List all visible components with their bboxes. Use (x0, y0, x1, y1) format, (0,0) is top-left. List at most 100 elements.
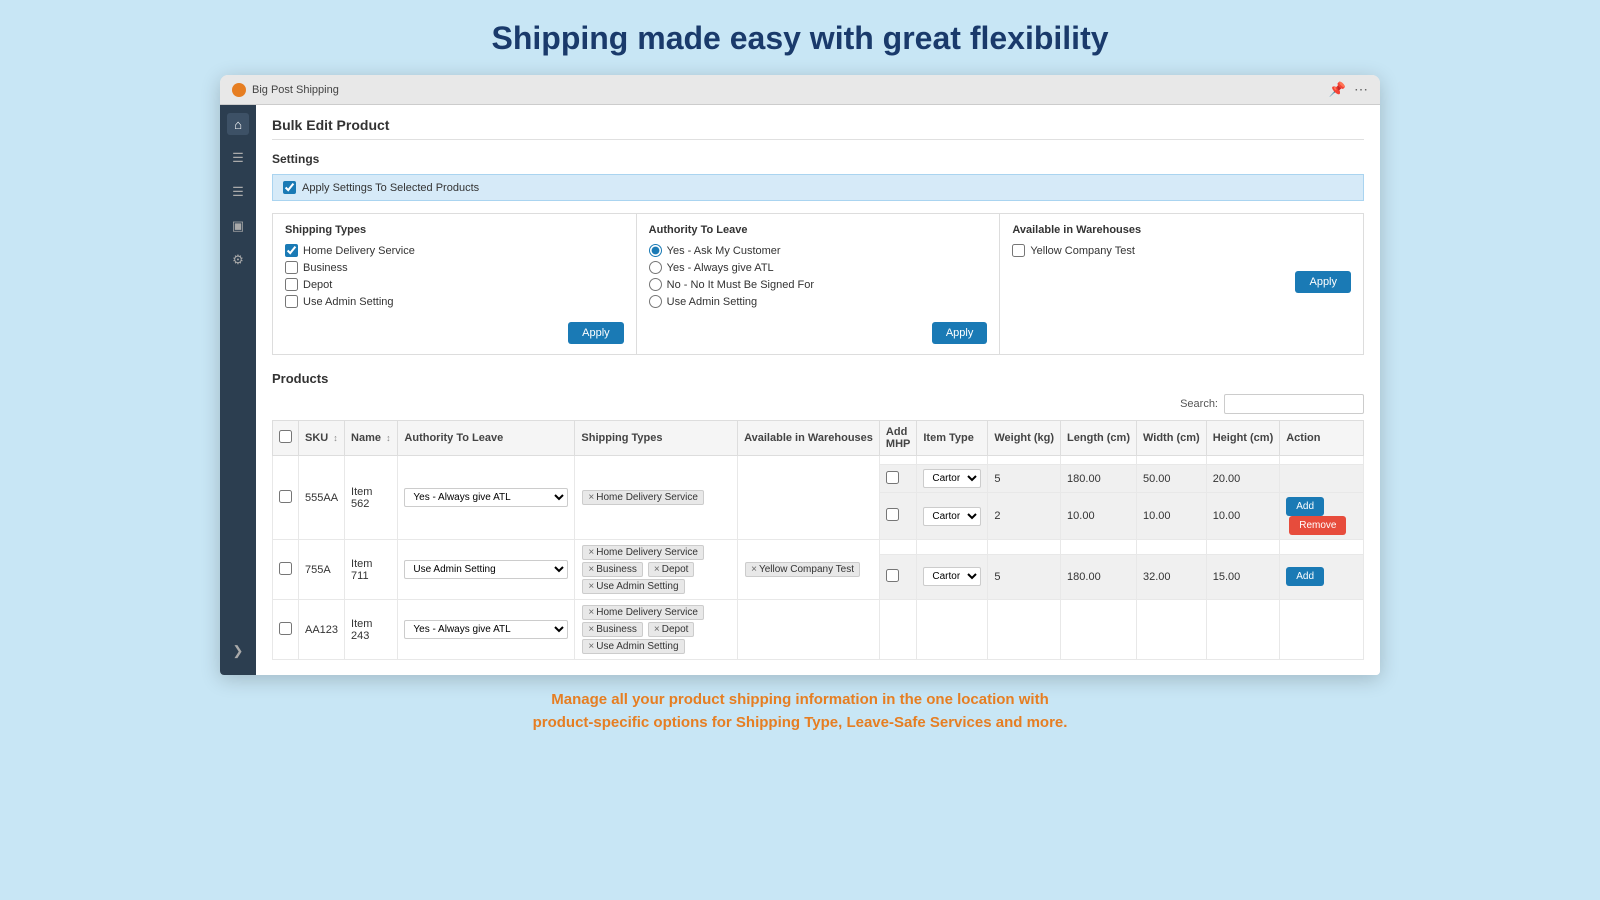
sidebar-icon-list2[interactable]: ☰ (227, 181, 249, 203)
atl-always-give: Yes - Always give ATL (649, 261, 988, 274)
row1-sub1-weight-val: 5 (988, 465, 1061, 493)
row2-atl-select[interactable]: Use Admin Setting Yes - Ask My Customer … (404, 560, 568, 579)
row3-tag-home: ×Home Delivery Service (582, 605, 704, 620)
authority-to-leave-title: Authority To Leave (649, 224, 988, 236)
row1-tag-home: ×Home Delivery Service (582, 490, 704, 505)
row2-tag-business: ×Business (582, 562, 642, 577)
shipping-type-admin: Use Admin Setting (285, 295, 624, 308)
main-content: Bulk Edit Product Settings Apply Setting… (256, 105, 1380, 675)
row2-length (1061, 540, 1137, 555)
atl-no-signed-radio[interactable] (649, 278, 662, 291)
page-title: Shipping made easy with great flexibilit… (491, 20, 1108, 57)
row3-checkbox[interactable] (279, 622, 292, 635)
sidebar-icon-gear[interactable]: ⚙ (227, 249, 249, 271)
search-label: Search: (1180, 398, 1218, 410)
warehouse-yellow-company: Yellow Company Test (1012, 244, 1351, 257)
row2-sub1-add-button[interactable]: Add (1286, 567, 1324, 586)
row1-atl-select[interactable]: Yes - Always give ATL Yes - Ask My Custo… (404, 488, 568, 507)
row2-mhp (879, 540, 916, 555)
atl-no-signed: No - No It Must Be Signed For (649, 278, 988, 291)
col-item-type: Item Type (917, 421, 988, 456)
row1-sub1-width (1137, 456, 1207, 465)
col-add-mhp: AddMHP (879, 421, 916, 456)
row1-checkbox[interactable] (279, 490, 292, 503)
row2-sub1-height-val: 15.00 (1206, 554, 1280, 599)
row2-sku: 755A (299, 540, 345, 600)
search-bar: Search: (272, 394, 1364, 414)
row3-mhp (879, 600, 916, 660)
more-icon[interactable]: ⋯ (1354, 81, 1368, 98)
row1-sub2-type-select[interactable]: Cartor (923, 507, 981, 526)
settings-section-title: Settings (272, 152, 1364, 166)
row1-sub1-action (1280, 456, 1364, 465)
row2-name: Item 711 (345, 540, 398, 600)
col-name: Name ↕ (345, 421, 398, 456)
row2-sub1-type-select[interactable]: Cartor (923, 567, 981, 586)
row2-tag-admin: ×Use Admin Setting (582, 579, 684, 594)
row2-item-type (917, 540, 988, 555)
shipping-type-business-checkbox[interactable] (285, 261, 298, 274)
row3-weight (988, 600, 1061, 660)
warehouses-apply-button[interactable]: Apply (1295, 271, 1351, 293)
row2-width (1137, 540, 1207, 555)
row1-sub2-weight-val: 2 (988, 493, 1061, 540)
shipping-type-depot: Depot (285, 278, 624, 291)
footer-text: Manage all your product shipping informa… (533, 689, 1068, 734)
shipping-type-business: Business (285, 261, 624, 274)
row3-tag-depot: ×Depot (648, 622, 695, 637)
atl-admin-setting-radio[interactable] (649, 295, 662, 308)
shipping-types-apply-button[interactable]: Apply (568, 322, 624, 344)
row1-sub1-weight (988, 456, 1061, 465)
browser-bar-right: 📌 ⋯ (1329, 81, 1368, 98)
shipping-type-home-checkbox[interactable] (285, 244, 298, 257)
row3-atl-select[interactable]: Yes - Always give ATL Yes - Ask My Custo… (404, 620, 568, 639)
products-section: Products Search: SKU ↕ Name ↕ Authority … (272, 371, 1364, 660)
row2-checkbox[interactable] (279, 562, 292, 575)
browser-window: Big Post Shipping 📌 ⋯ ⌂ ☰ ☰ ▣ ⚙ ❯ Bulk E… (220, 75, 1380, 675)
row3-tag-business: ×Business (582, 622, 642, 637)
sidebar-icon-list1[interactable]: ☰ (227, 147, 249, 169)
row2-sub1-mhp-checkbox[interactable] (886, 569, 899, 582)
shipping-types-title: Shipping Types (285, 224, 624, 236)
col-length: Length (cm) (1061, 421, 1137, 456)
shipping-type-depot-checkbox[interactable] (285, 278, 298, 291)
row1-sub1-add-mhp (879, 456, 916, 465)
table-row: 555AA Item 562 Yes - Always give ATL Yes… (273, 456, 1364, 465)
search-input[interactable] (1224, 394, 1364, 414)
row1-sub1-item-type (917, 456, 988, 465)
atl-apply-button[interactable]: Apply (932, 322, 988, 344)
col-shipping-types: Shipping Types (575, 421, 738, 456)
row1-sub1-type-select[interactable]: Cartor (923, 469, 981, 488)
row1-sub1-length-val: 180.00 (1061, 465, 1137, 493)
row1-name: Item 562 (345, 456, 398, 540)
row2-action (1280, 540, 1364, 555)
row3-name: Item 243 (345, 600, 398, 660)
select-all-checkbox[interactable] (279, 430, 292, 443)
row3-height (1206, 600, 1280, 660)
sidebar-icon-home[interactable]: ⌂ (227, 113, 249, 135)
row1-sub1-length (1061, 456, 1137, 465)
row1-sub2-remove-button[interactable]: Remove (1289, 516, 1346, 535)
pin-icon[interactable]: 📌 (1329, 81, 1346, 98)
table-row: AA123 Item 243 Yes - Always give ATL Yes… (273, 600, 1364, 660)
row1-sub2-add-button[interactable]: Add (1286, 497, 1324, 516)
row1-sub2-length-val: 10.00 (1061, 493, 1137, 540)
row1-sub2-mhp-checkbox[interactable] (886, 508, 899, 521)
shipping-type-admin-checkbox[interactable] (285, 295, 298, 308)
col-weight: Weight (kg) (988, 421, 1061, 456)
row3-sku: AA123 (299, 600, 345, 660)
sidebar-icon-box[interactable]: ▣ (227, 215, 249, 237)
shipping-types-panel: Shipping Types Home Delivery Service Bus… (273, 214, 637, 354)
row1-sub2-width-val: 10.00 (1137, 493, 1207, 540)
warehouses-panel: Available in Warehouses Yellow Company T… (1000, 214, 1363, 354)
warehouse-yellow-company-checkbox[interactable] (1012, 244, 1025, 257)
sidebar-chevron-icon[interactable]: ❯ (233, 643, 244, 659)
row2-weight (988, 540, 1061, 555)
apply-settings-checkbox[interactable] (283, 181, 296, 194)
col-atl: Authority To Leave (398, 421, 575, 456)
row3-action (1280, 600, 1364, 660)
atl-always-give-radio[interactable] (649, 261, 662, 274)
atl-ask-customer-radio[interactable] (649, 244, 662, 257)
row1-sub1-mhp-checkbox[interactable] (886, 471, 899, 484)
app-layout: ⌂ ☰ ☰ ▣ ⚙ ❯ Bulk Edit Product Settings A… (220, 105, 1380, 675)
